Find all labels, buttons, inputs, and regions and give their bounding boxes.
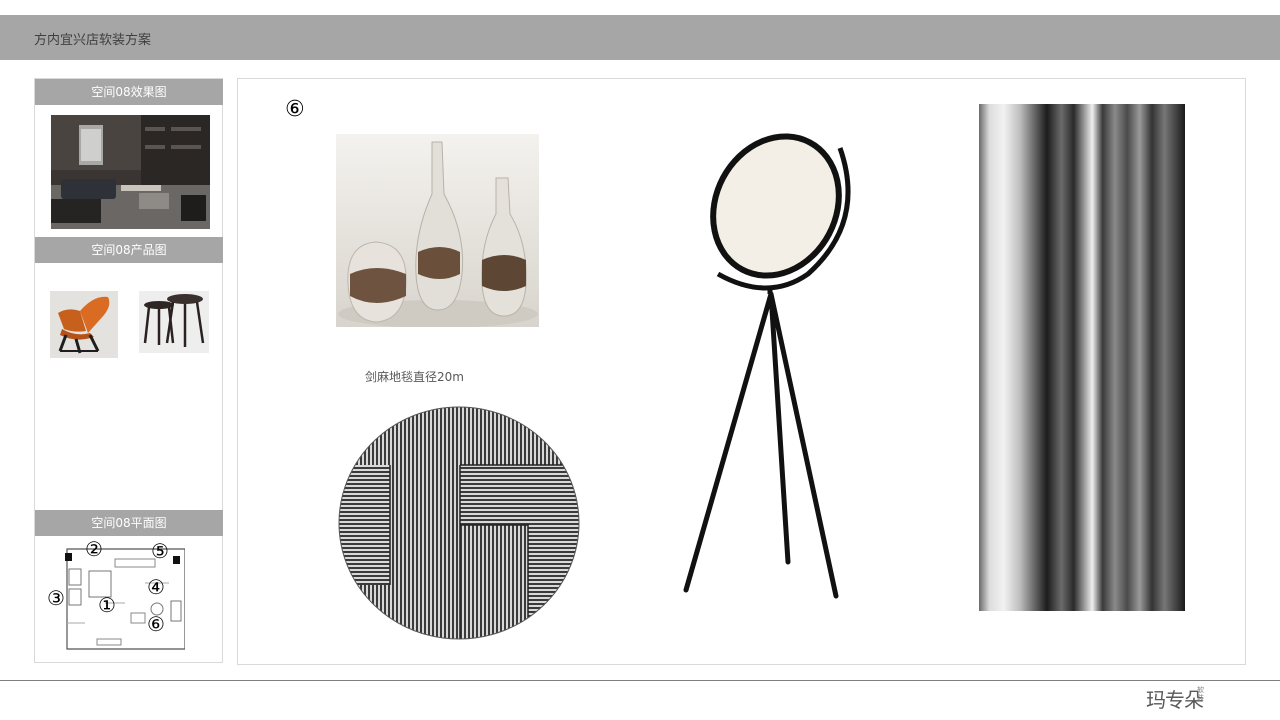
floor-lamp-image: [678, 124, 868, 599]
brand-logo: 玛专朵: [1146, 688, 1204, 712]
brand-logo-subtext: 软装: [1197, 686, 1204, 702]
footer-divider: [0, 680, 1280, 681]
lounge-chair-image: [50, 291, 118, 358]
glass-vases-image: [336, 134, 539, 328]
products-section-title: 空间08产品图: [35, 237, 223, 263]
header-bar: 方内宜兴店软装方案: [0, 15, 1280, 60]
page-title: 方内宜兴店软装方案: [34, 33, 152, 48]
round-rug-image: [338, 405, 580, 641]
render-image: [51, 115, 210, 229]
plan-marker-1: ①: [98, 593, 116, 617]
main-panel: ⑥ 剑麻地毯直径20m: [237, 78, 1246, 665]
plan-marker-2: ②: [85, 537, 103, 561]
space-number: ⑥: [285, 97, 305, 122]
plan-marker-5: ⑤: [151, 539, 169, 563]
plan-section-title: 空间08平面图: [35, 510, 223, 536]
floor-plan-image: ② ⑤ ③ ④ ① ⑥: [45, 539, 186, 653]
render-section-title: 空间08效果图: [35, 79, 223, 105]
rug-label: 剑麻地毯直径20m: [365, 370, 464, 384]
sidebar-panel: 空间08效果图 空间08产品图 空间08平面图 ② ⑤ ③ ④ ① ⑥: [34, 78, 223, 663]
plan-marker-3: ③: [47, 586, 65, 610]
plan-marker-6: ⑥: [147, 612, 165, 636]
curtain-fabric-image: [979, 104, 1185, 611]
side-tables-image: [139, 291, 209, 353]
plan-marker-4: ④: [147, 575, 165, 599]
